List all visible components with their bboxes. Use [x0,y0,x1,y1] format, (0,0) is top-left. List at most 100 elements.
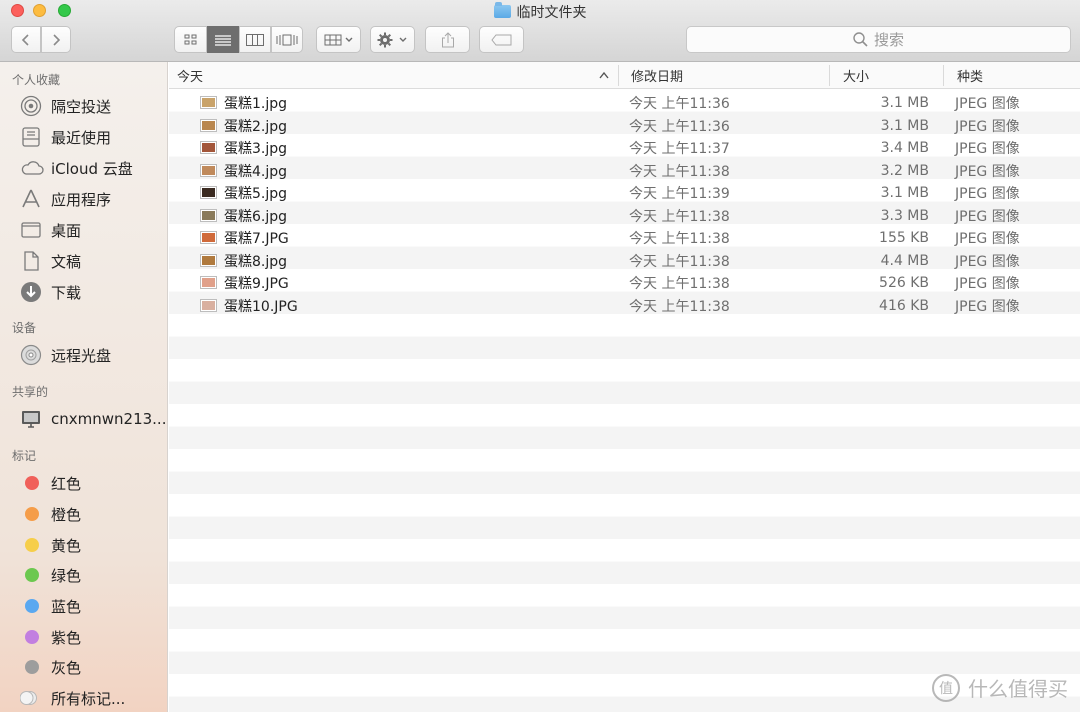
sidebar-item-desktop[interactable]: 桌面 [20,217,81,243]
cover-flow-view-button[interactable] [271,26,303,53]
gear-icon [377,32,406,47]
all-tags-icon [20,691,37,705]
sidebar-item-label: 应用程序 [51,190,112,209]
file-modified-date: 今天 上午11:38 [629,231,730,248]
sidebar-tag-orange[interactable]: 橙色 [20,501,81,527]
file-list: 今天 修改日期 大小 种类 蛋糕1.jpg 今天 上午11:36 3.1 MB JPE… [169,62,1080,712]
file-size: 3.1 MB [880,95,929,112]
sidebar-section-devices: 设备 [12,321,37,335]
tag-dot-orange [25,507,39,521]
column-divider[interactable] [943,65,944,86]
file-size: 526 KB [879,275,929,292]
column-divider[interactable] [829,65,830,86]
image-thumbnail-icon [200,118,217,132]
sidebar-item-recents[interactable]: 最近使用 [20,124,111,150]
sidebar-item-label: 橙色 [51,505,82,524]
file-size: 3.1 MB [880,117,929,134]
table-row[interactable]: 蛋糕3.jpg 今天 上午11:37 3.4 MB JPEG 图像 [169,137,1080,160]
arrange-button[interactable] [316,26,361,53]
file-name: 蛋糕3.jpg [224,141,288,158]
share-icon [441,31,454,47]
image-thumbnail-icon [200,298,217,312]
file-kind: JPEG 图像 [955,141,1020,158]
file-name: 蛋糕4.jpg [224,163,288,180]
file-modified-date: 今天 上午11:38 [629,298,730,315]
table-row[interactable]: 蛋糕8.jpg 今天 上午11:38 4.4 MB JPEG 图像 [169,250,1080,273]
column-header-label: 种类 [957,70,984,85]
sidebar-item-label: 最近使用 [51,128,112,147]
sidebar-tag-blue[interactable]: 蓝色 [20,593,81,619]
table-row[interactable]: 蛋糕7.JPG 今天 上午11:38 155 KB JPEG 图像 [169,227,1080,250]
tag-button[interactable] [479,26,524,53]
sidebar-item-applications[interactable]: 应用程序 [20,186,111,212]
tag-dot-yellow [25,538,39,552]
sidebar-item-downloads[interactable]: 下载 [20,279,81,305]
window-title: 临时文件夹 [0,2,1080,22]
documents-icon [24,251,39,271]
column-header-kind[interactable]: 种类 [949,62,1080,89]
column-header-size[interactable]: 大小 [835,62,943,89]
file-modified-date: 今天 上午11:38 [629,253,730,270]
file-kind: JPEG 图像 [955,253,1020,270]
icloud-icon [21,161,44,175]
share-button[interactable] [425,26,470,53]
sidebar-item-label: 文稿 [51,252,82,271]
sidebar-item-icloud[interactable]: iCloud 云盘 [20,155,133,181]
column-view-button[interactable] [239,26,271,53]
recents-icon [22,127,40,147]
search-field[interactable]: 搜索 [686,26,1071,53]
search-placeholder: 搜索 [873,31,904,49]
arrange-grid-icon [324,34,352,45]
file-modified-date: 今天 上午11:38 [629,276,730,293]
sidebar-tag-green[interactable]: 绿色 [20,562,81,588]
file-kind: JPEG 图像 [955,231,1020,248]
column-header-date[interactable]: 修改日期 [623,62,828,89]
table-row[interactable]: 蛋糕6.jpg 今天 上午11:38 3.3 MB JPEG 图像 [169,205,1080,228]
table-row[interactable]: 蛋糕1.jpg 今天 上午11:36 3.1 MB JPEG 图像 [169,92,1080,115]
list-view-button[interactable] [207,26,239,53]
sidebar-tag-gray[interactable]: 灰色 [20,654,81,680]
watermark-text: 什么值得买 [968,677,1068,701]
table-row[interactable]: 蛋糕10.JPG 今天 上午11:38 416 KB JPEG 图像 [169,295,1080,318]
table-row[interactable]: 蛋糕2.jpg 今天 上午11:36 3.1 MB JPEG 图像 [169,115,1080,138]
file-modified-date: 今天 上午11:39 [629,186,730,203]
file-size: 416 KB [879,297,929,314]
file-kind: JPEG 图像 [955,96,1020,113]
forward-button[interactable] [41,26,71,53]
sidebar-item-airdrop[interactable]: 隔空投送 [20,93,111,119]
sidebar-item-remote-disc[interactable]: 远程光盘 [20,342,111,368]
icon-grid-icon [184,34,196,44]
table-row[interactable]: 蛋糕4.jpg 今天 上午11:38 3.2 MB JPEG 图像 [169,160,1080,183]
sidebar-item-shared-computer[interactable]: cnxmnwn213... [20,406,166,432]
sidebar-item-documents[interactable]: 文稿 [20,248,81,274]
tag-dot-green [25,568,39,582]
image-thumbnail-icon [200,253,217,267]
file-name: 蛋糕1.jpg [224,96,288,113]
table-row[interactable]: 蛋糕9.JPG 今天 上午11:38 526 KB JPEG 图像 [169,272,1080,295]
image-thumbnail-icon [200,96,217,109]
file-kind: JPEG 图像 [955,118,1020,135]
column-divider[interactable] [618,65,619,86]
remote-disc-icon [20,344,42,366]
file-size: 4.4 MB [880,252,929,269]
action-button[interactable] [370,26,415,53]
sidebar-section-shared: 共享的 [12,385,49,399]
file-size: 155 KB [879,230,929,247]
back-button[interactable] [11,26,41,53]
file-size: 3.3 MB [880,207,929,224]
file-name: 蛋糕8.jpg [224,253,288,270]
sidebar-tag-purple[interactable]: 紫色 [20,624,81,650]
file-modified-date: 今天 上午11:37 [629,141,730,158]
column-header-name[interactable]: 今天 [169,62,618,89]
sidebar-tag-yellow[interactable]: 黄色 [20,532,81,558]
sidebar: 个人收藏 隔空投送 最近使用 iCloud 云盘 应用程序 桌面 文稿 下载 设… [0,62,168,712]
sidebar-all-tags[interactable]: 所有标记... [20,685,125,711]
file-kind: JPEG 图像 [955,186,1020,203]
sidebar-item-label: 隔空投送 [51,97,112,116]
sidebar-item-label: iCloud 云盘 [51,159,133,178]
sidebar-tag-red[interactable]: 红色 [20,470,81,496]
tag-dot-gray [25,660,39,674]
icon-view-button[interactable] [174,26,207,53]
sidebar-item-label: 紫色 [51,628,82,647]
table-row[interactable]: 蛋糕5.jpg 今天 上午11:39 3.1 MB JPEG 图像 [169,182,1080,205]
